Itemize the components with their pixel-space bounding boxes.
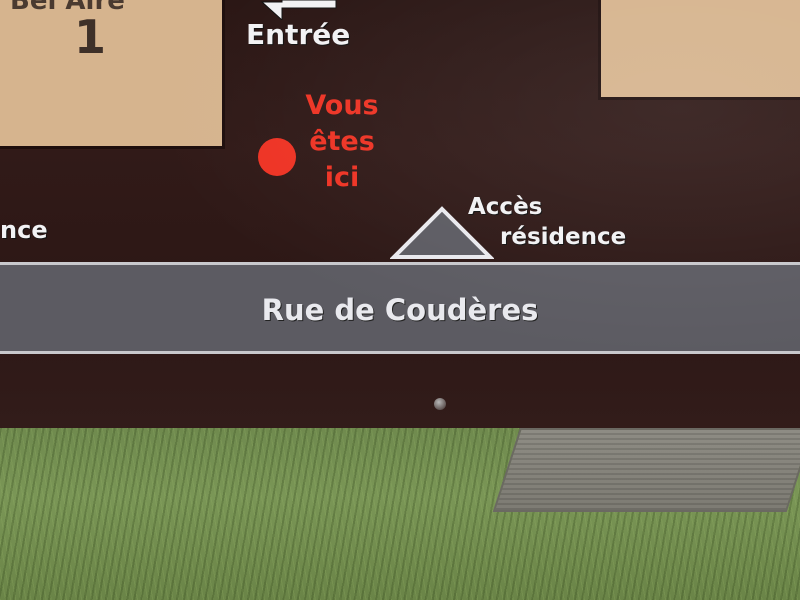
- building-block-right: [598, 0, 800, 100]
- access-label-line-1: Accès: [468, 194, 543, 220]
- building-number: 1: [74, 10, 107, 64]
- you-are-here-line-1: Vous: [305, 90, 379, 121]
- left-arrow-icon: [260, 0, 337, 20]
- street-band: Rue de Coudères: [0, 262, 800, 354]
- building-name: Bel Aire: [10, 0, 125, 16]
- cropped-edge-label: nce: [0, 216, 48, 244]
- you-are-here-label: Vous êtes ici: [296, 88, 388, 196]
- red-dot-icon: [258, 138, 296, 176]
- street-name: Rue de Coudères: [261, 293, 539, 327]
- drain-cover: [492, 428, 800, 512]
- triangle-icon: [390, 206, 494, 259]
- building-block-left: Bel Aire 1: [0, 0, 225, 149]
- campus-map-sign: Bel Aire 1 Entrée Vous êtes ici Accès ré…: [0, 0, 800, 431]
- mounting-bolt: [434, 398, 446, 410]
- access-label-line-2: résidence: [500, 224, 627, 250]
- sign-photo: Bel Aire 1 Entrée Vous êtes ici Accès ré…: [0, 0, 800, 600]
- entrance-label: Entrée: [246, 18, 351, 51]
- access-residence-label: Accès résidence: [468, 192, 626, 252]
- you-are-here-line-2: êtes: [309, 126, 375, 157]
- you-are-here-line-3: ici: [324, 162, 360, 193]
